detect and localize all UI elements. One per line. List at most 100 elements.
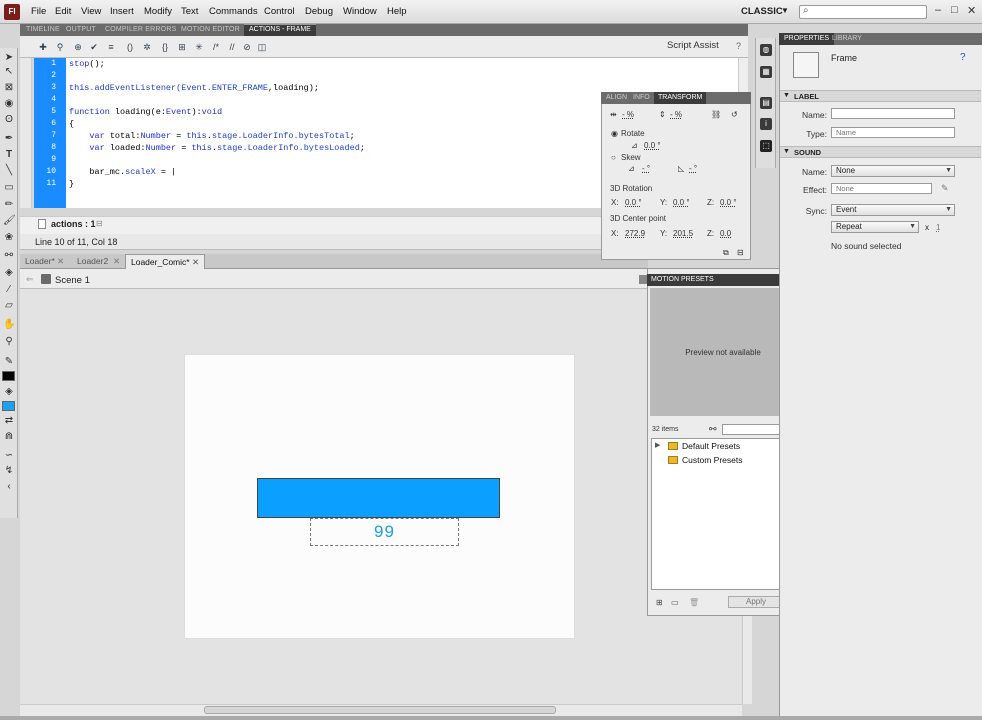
insert-target-path-icon[interactable]: ⊕: [73, 42, 83, 52]
paint-bucket-tool-icon[interactable]: ◈: [3, 267, 15, 279]
chevron-down-icon[interactable]: ▼: [783, 148, 790, 155]
repeat-select[interactable]: Repeat ▼: [831, 221, 919, 233]
pencil-tool-icon[interactable]: ✏: [3, 199, 15, 211]
skew-radio[interactable]: ○: [611, 153, 616, 162]
rotate-value[interactable]: 0.0 °: [644, 141, 661, 150]
code-hint-icon[interactable]: (⁠): [125, 42, 135, 52]
stroke-color-icon[interactable]: ✎: [3, 356, 15, 368]
repeat-count[interactable]: 1: [936, 223, 940, 232]
collapse-braces-icon[interactable]: {}: [160, 42, 170, 52]
section-sound[interactable]: SOUND: [780, 146, 981, 158]
constrain-icon[interactable]: ⛓: [711, 110, 721, 119]
script-tab-actions[interactable]: actions : 1: [51, 219, 96, 229]
eraser-tool-icon[interactable]: ▱: [3, 300, 15, 312]
close-icon[interactable]: ✕: [57, 256, 64, 267]
new-folder-icon[interactable]: ▭: [671, 598, 679, 607]
chevron-down-icon[interactable]: ▼: [781, 6, 789, 15]
menu-edit[interactable]: Edit: [55, 6, 71, 17]
tab-properties[interactable]: PROPERTIES: [779, 33, 834, 45]
tab-library[interactable]: LIBRARY: [832, 35, 862, 42]
close-icon[interactable]: ✕: [113, 256, 120, 267]
menu-modify[interactable]: Modify: [144, 6, 172, 17]
apply-line-comment-icon[interactable]: //: [227, 42, 237, 52]
workspace-switcher[interactable]: CLASSIC: [741, 6, 783, 17]
center-x-value[interactable]: 272.9: [625, 229, 645, 238]
duplicate-transform-icon[interactable]: ⧉: [723, 248, 729, 258]
lasso-tool-icon[interactable]: ʘ: [3, 114, 15, 126]
back-arrow-icon[interactable]: ⇐: [26, 274, 34, 285]
edit-scene-icon[interactable]: [639, 275, 647, 284]
deco-tool-icon[interactable]: ❀: [3, 232, 15, 244]
menu-debug[interactable]: Debug: [305, 6, 333, 17]
minimize-icon[interactable]: –: [935, 4, 941, 16]
apply-button[interactable]: Apply: [728, 596, 784, 608]
frame-name-input[interactable]: [831, 108, 955, 119]
motion-presets-title[interactable]: MOTION PRESETS: [647, 274, 798, 286]
auto-format-icon[interactable]: ≡: [106, 42, 116, 52]
smooth-icon[interactable]: ∽: [3, 450, 15, 462]
menu-window[interactable]: Window: [343, 6, 377, 17]
rectangle-tool-icon[interactable]: ▭: [3, 182, 15, 194]
close-icon[interactable]: ✕: [192, 257, 199, 267]
scrollbar-thumb[interactable]: [204, 706, 556, 714]
expand-all-icon[interactable]: ✳: [194, 42, 204, 52]
delete-icon[interactable]: 🗑: [689, 598, 699, 607]
tab-transform[interactable]: TRANSFORM: [654, 92, 707, 104]
effect-select[interactable]: None: [831, 183, 932, 194]
fill-color-icon[interactable]: ◈: [3, 386, 15, 398]
tab-timeline[interactable]: TIMELINE: [26, 26, 60, 33]
line-tool-icon[interactable]: ╲: [3, 165, 15, 177]
subselection-tool-icon[interactable]: ↖: [3, 66, 15, 78]
align-icon[interactable]: ▤: [760, 97, 772, 109]
center-y-value[interactable]: 201.5: [673, 229, 693, 238]
snap-to-objects-icon[interactable]: ⋒: [3, 431, 15, 443]
show-toolbox-icon[interactable]: ◫: [257, 42, 267, 52]
preset-folder-custom[interactable]: Custom Presets: [682, 455, 742, 465]
menu-control[interactable]: Control: [264, 6, 295, 17]
collapse-selection-icon[interactable]: ⊞: [177, 42, 187, 52]
menu-commands[interactable]: Commands: [209, 6, 258, 17]
pin-script-icon[interactable]: ⊟: [96, 219, 103, 228]
scale-height-value[interactable]: - %: [670, 110, 682, 119]
tab-actions-frame[interactable]: ACTIONS - FRAME: [244, 24, 316, 36]
reset-icon[interactable]: ↺: [731, 110, 738, 119]
rotate-radio[interactable]: ◉: [611, 129, 618, 138]
save-preset-icon[interactable]: ⊞: [656, 598, 663, 607]
menu-insert[interactable]: Insert: [110, 6, 134, 17]
tab-align[interactable]: ALIGN: [606, 94, 627, 101]
skew-horizontal-value[interactable]: - °: [642, 164, 650, 173]
add-statement-icon[interactable]: ✚: [38, 42, 48, 52]
tab-compiler-errors[interactable]: COMPILER ERRORS: [105, 26, 176, 33]
info-icon[interactable]: i: [760, 118, 772, 130]
hand-tool-icon[interactable]: ✋: [3, 319, 15, 331]
brush-tool-icon[interactable]: 🖌: [3, 215, 16, 227]
bone-tool-icon[interactable]: ⚯: [3, 250, 15, 262]
stroke-color-swatch[interactable]: [2, 371, 15, 381]
doc-tab-loader[interactable]: Loader*: [25, 256, 55, 266]
expand-arrow-icon[interactable]: ▶: [655, 441, 660, 449]
rot-x-value[interactable]: 0.0 °: [625, 198, 642, 207]
debug-options-icon[interactable]: ✲: [142, 42, 152, 52]
center-z-value[interactable]: 0.0: [720, 229, 731, 238]
maximize-icon[interactable]: □: [951, 4, 958, 16]
straighten-icon[interactable]: ↯: [3, 465, 15, 477]
doc-tab-loader2[interactable]: Loader2: [77, 256, 108, 266]
scale-width-value[interactable]: - %: [622, 110, 634, 119]
close-icon[interactable]: ✕: [967, 4, 976, 17]
swatches-icon[interactable]: ▦: [760, 66, 772, 78]
menu-view[interactable]: View: [81, 6, 101, 17]
section-label[interactable]: LABEL: [780, 90, 981, 102]
help-icon[interactable]: ?: [960, 52, 966, 63]
preset-folder-default[interactable]: Default Presets: [682, 441, 740, 451]
zoom-tool-icon[interactable]: ⚲: [3, 336, 15, 348]
fill-color-swatch[interactable]: [2, 401, 15, 411]
tab-info[interactable]: INFO: [633, 94, 650, 101]
help-search-input[interactable]: [799, 5, 927, 19]
sound-name-select[interactable]: None ▼: [831, 165, 955, 177]
pen-tool-icon[interactable]: ✒: [3, 133, 15, 145]
check-syntax-icon[interactable]: ✔: [89, 42, 99, 52]
tab-output[interactable]: OUTPUT: [66, 26, 96, 33]
chevron-down-icon[interactable]: ▼: [783, 92, 790, 99]
label-type-select[interactable]: Name: [831, 127, 955, 138]
apply-block-comment-icon[interactable]: /*: [211, 42, 221, 52]
